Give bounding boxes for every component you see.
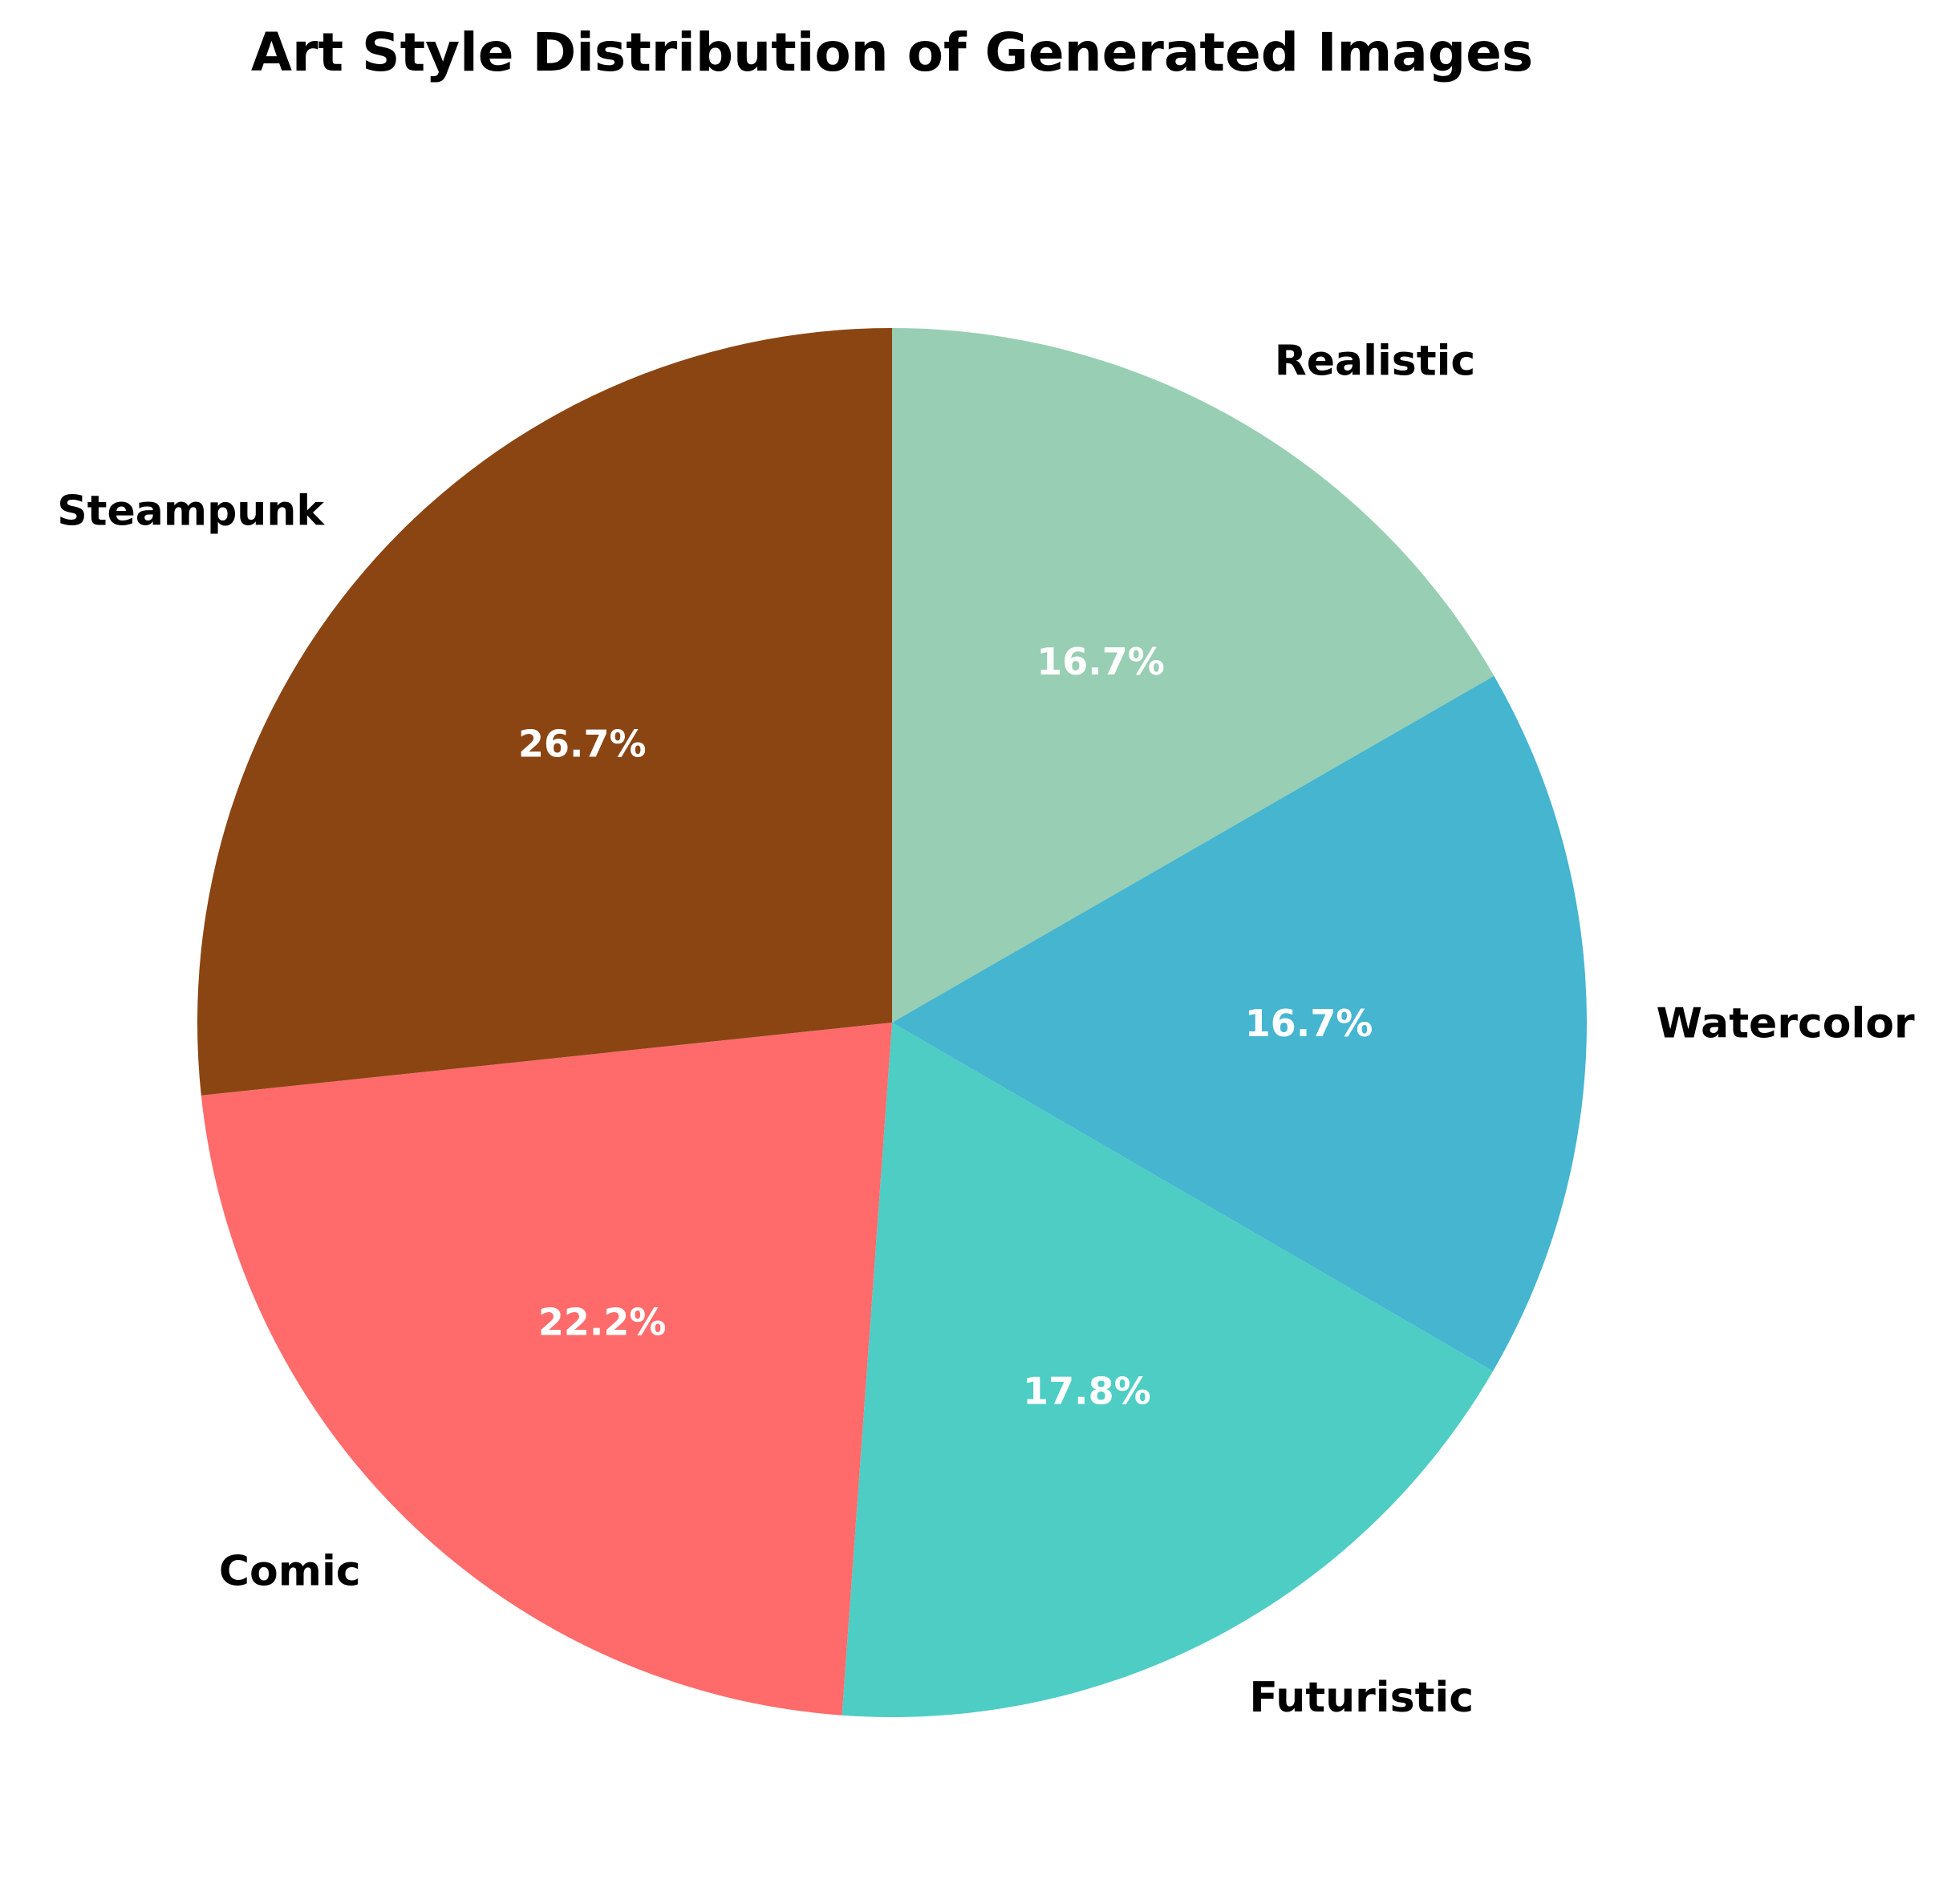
percentage-label-comic: 22.2%	[538, 1300, 667, 1343]
category-label-steampunk: Steampunk	[57, 488, 325, 536]
category-label-realistic: Realistic	[1275, 337, 1476, 385]
pie-slice-steampunk	[197, 328, 892, 1096]
chart-title: Art Style Distribution of Generated Imag…	[251, 22, 1533, 83]
category-label-comic: Comic	[219, 1548, 361, 1596]
category-label-futuristic: Futuristic	[1249, 1674, 1474, 1722]
percentage-label-realistic: 16.7%	[1036, 640, 1165, 683]
pie-chart-svg: Art Style Distribution of Generated Imag…	[57, 22, 1915, 1722]
percentage-label-steampunk: 26.7%	[518, 722, 647, 765]
pie-slice-comic	[201, 1023, 893, 1716]
percentage-label-watercolor: 16.7%	[1245, 1002, 1373, 1045]
pie-slices	[197, 328, 1587, 1718]
percentage-label-futuristic: 17.8%	[1023, 1369, 1151, 1412]
pie-chart-figure: Art Style Distribution of Generated Imag…	[0, 0, 1959, 1901]
category-label-watercolor: Watercolor	[1657, 999, 1915, 1047]
